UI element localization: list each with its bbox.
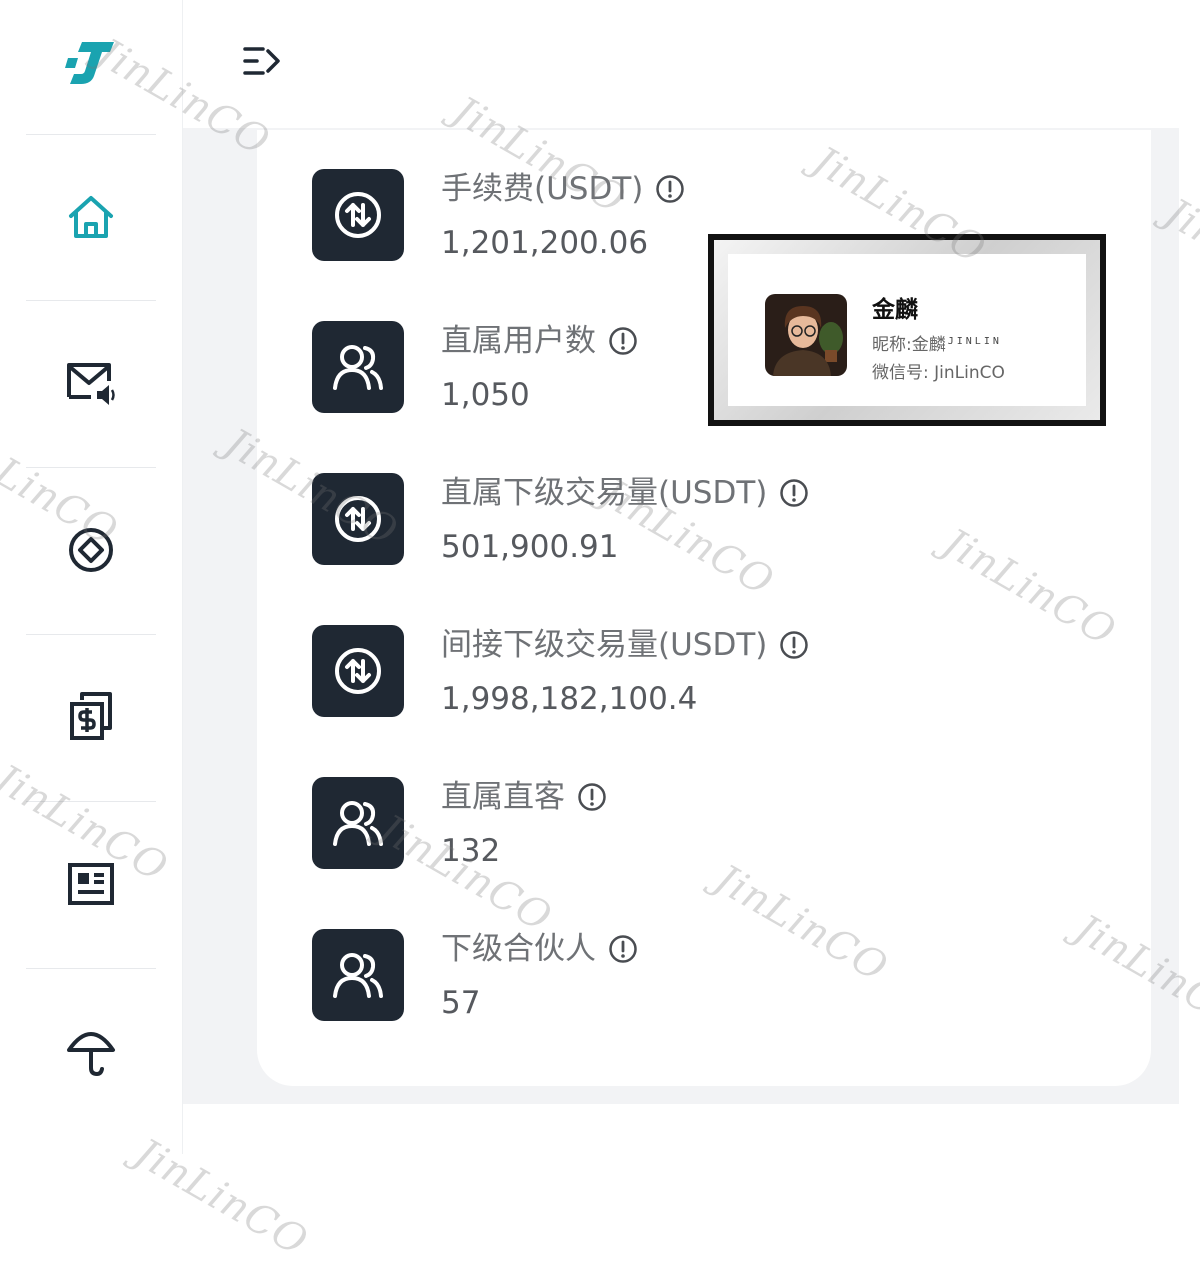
nav-divider <box>26 968 156 969</box>
info-icon[interactable] <box>608 326 638 356</box>
nav-divider <box>26 134 156 135</box>
stat-label: 直属用户数 <box>441 321 638 361</box>
stat-label: 间接下级交易量(USDT) <box>441 625 809 665</box>
sidebar-item-news[interactable] <box>60 853 122 915</box>
stat-icon-tile <box>312 321 404 413</box>
sidebar-item-insurance[interactable] <box>60 1020 122 1082</box>
nickname-mark: JINLIN <box>947 336 1002 347</box>
stat-icon-tile <box>312 929 404 1021</box>
profile-nickname: 昵称:金麟 JINLIN <box>872 335 1002 355</box>
nav-divider <box>26 634 156 635</box>
nav-divider <box>26 300 156 301</box>
info-icon[interactable] <box>779 478 809 508</box>
stat-item: 直属下级交易量(USDT) 501,900.91 <box>312 473 932 567</box>
avatar <box>765 294 847 376</box>
sidebar-item-compass[interactable] <box>60 519 122 581</box>
diamond-circle-icon <box>69 528 113 572</box>
stat-value: 1,998,182,100.4 <box>441 681 698 717</box>
stat-value: 501,900.91 <box>441 529 619 565</box>
sidebar-item-finance[interactable] <box>60 686 122 748</box>
sidebar-item-home[interactable] <box>60 186 122 248</box>
newspaper-icon <box>68 863 114 905</box>
stat-value: 1,050 <box>441 377 530 413</box>
app-logo[interactable] <box>64 38 118 88</box>
stat-label: 下级合伙人 <box>441 929 638 969</box>
profile-name: 金麟 <box>872 297 918 323</box>
top-bar <box>183 0 1200 128</box>
info-icon[interactable] <box>577 782 607 812</box>
home-icon <box>69 196 113 238</box>
dollar-documents-icon <box>70 692 112 740</box>
stat-label: 手续费(USDT) <box>441 169 685 209</box>
info-icon[interactable] <box>779 630 809 660</box>
stat-value: 57 <box>441 985 481 1021</box>
mail-speaker-icon <box>67 363 115 405</box>
stat-icon-tile <box>312 777 404 869</box>
menu-expand-icon <box>243 47 280 75</box>
stat-icon-tile <box>312 473 404 565</box>
users-icon <box>332 798 384 848</box>
stat-item: 下级合伙人 57 <box>312 929 932 1023</box>
stat-icon-tile <box>312 169 404 261</box>
info-icon[interactable] <box>608 934 638 964</box>
stat-value: 132 <box>441 833 501 869</box>
users-icon <box>332 950 384 1000</box>
stat-icon-tile <box>312 625 404 717</box>
stat-item: 直属直客 132 <box>312 777 932 871</box>
info-icon[interactable] <box>655 174 685 204</box>
stat-label: 直属直客 <box>441 777 607 817</box>
sidebar <box>0 0 183 1154</box>
umbrella-icon <box>67 1032 115 1077</box>
swap-circle-icon <box>333 494 383 544</box>
nav-divider <box>26 801 156 802</box>
menu-toggle-button[interactable] <box>243 44 283 78</box>
stat-label: 直属下级交易量(USDT) <box>441 473 809 513</box>
profile-wechat: 微信号: JinLinCO <box>872 363 1005 383</box>
stat-value: 1,201,200.06 <box>441 225 649 261</box>
profile-card: 金麟 昵称:金麟 JINLIN 微信号: JinLinCO <box>708 234 1106 426</box>
nav-divider <box>26 467 156 468</box>
sidebar-item-messages[interactable] <box>60 352 122 414</box>
users-icon <box>332 342 384 392</box>
swap-circle-icon <box>333 646 383 696</box>
swap-circle-icon <box>333 190 383 240</box>
stat-item: 间接下级交易量(USDT) 1,998,182,100.4 <box>312 625 932 719</box>
